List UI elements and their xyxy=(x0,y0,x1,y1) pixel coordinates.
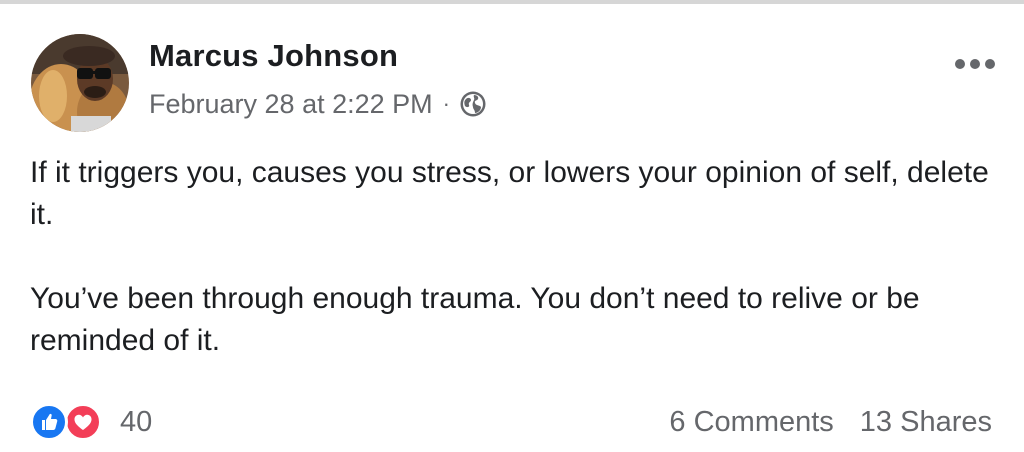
reactions-summary[interactable]: 40 xyxy=(30,402,152,442)
author-name[interactable]: Marcus Johnson xyxy=(149,38,398,74)
shares-count-link[interactable]: 13 Shares xyxy=(860,406,992,439)
like-icon xyxy=(30,403,68,441)
love-icon xyxy=(64,403,102,441)
post-timestamp[interactable]: February 28 at 2:22 PM xyxy=(149,89,433,120)
reaction-icons xyxy=(30,402,108,442)
engagement-summary: 6 Comments 13 Shares xyxy=(669,402,992,442)
globe-icon[interactable] xyxy=(459,90,487,118)
avatar-photo xyxy=(31,34,129,132)
post-paragraph: If it triggers you, causes you stress, o… xyxy=(30,156,989,231)
top-divider xyxy=(0,0,1024,4)
avatar[interactable] xyxy=(31,34,129,132)
meta-separator: · xyxy=(442,91,450,116)
more-options-button[interactable] xyxy=(949,50,1001,78)
post-meta: February 28 at 2:22 PM · xyxy=(149,86,487,122)
post-paragraph: You’ve been through enough trauma. You d… xyxy=(30,282,920,357)
comments-count-link[interactable]: 6 Comments xyxy=(669,406,833,439)
reaction-count: 40 xyxy=(120,405,153,438)
post-body: If it triggers you, causes you stress, o… xyxy=(30,152,990,362)
more-options-icon xyxy=(955,59,995,69)
